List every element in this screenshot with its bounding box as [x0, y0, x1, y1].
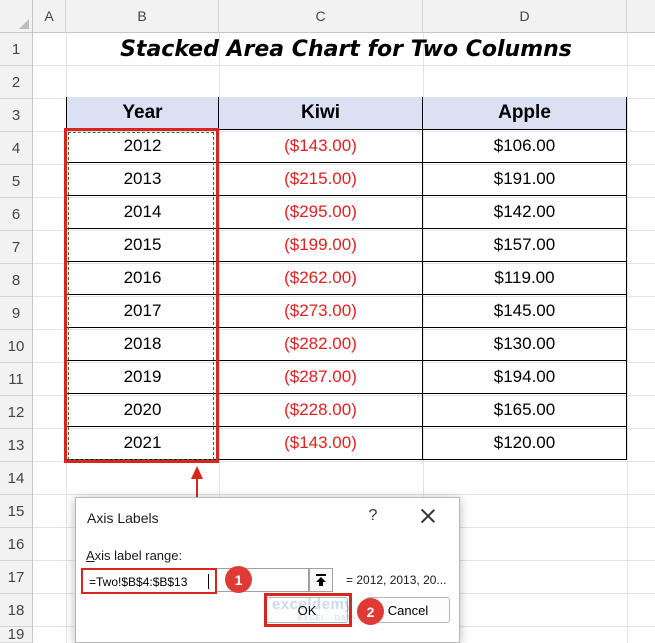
- watermark-logo: exceldemy: [272, 596, 354, 613]
- column-header-a[interactable]: A: [33, 0, 66, 33]
- kiwi-cell[interactable]: ($228.00): [219, 394, 423, 427]
- header-apple[interactable]: Apple: [423, 97, 627, 130]
- column-header-b[interactable]: B: [66, 0, 219, 33]
- apple-cell[interactable]: $119.00: [423, 262, 627, 295]
- step-badge-1: 1: [225, 566, 252, 593]
- apple-cell[interactable]: $142.00: [423, 196, 627, 229]
- axis-label-range-label: Axis label range:: [86, 548, 182, 563]
- upload-arrow-icon: [316, 573, 326, 586]
- row-header-13[interactable]: 13: [0, 429, 33, 462]
- row-header-19[interactable]: 19: [0, 626, 33, 643]
- apple-cell[interactable]: $145.00: [423, 295, 627, 328]
- apple-cell[interactable]: $106.00: [423, 130, 627, 163]
- select-all-corner[interactable]: [0, 0, 33, 33]
- kiwi-cell[interactable]: ($273.00): [219, 295, 423, 328]
- axis-label-range-text: xis label range:: [94, 548, 183, 563]
- row-header-2[interactable]: 2: [0, 66, 33, 99]
- row-header-3[interactable]: 3: [0, 99, 33, 132]
- row-header-7[interactable]: 7: [0, 231, 33, 264]
- kiwi-cell[interactable]: ($262.00): [219, 262, 423, 295]
- row-header-17[interactable]: 17: [0, 561, 33, 594]
- kiwi-cell[interactable]: ($287.00): [219, 361, 423, 394]
- dialog-title: Axis Labels: [87, 510, 159, 526]
- row-header-12[interactable]: 12: [0, 396, 33, 429]
- apple-cell[interactable]: $191.00: [423, 163, 627, 196]
- row-header-4[interactable]: 4: [0, 132, 33, 165]
- column-header-c[interactable]: C: [219, 0, 423, 33]
- apple-cell[interactable]: $157.00: [423, 229, 627, 262]
- help-icon[interactable]: ?: [366, 507, 380, 525]
- close-icon[interactable]: [421, 509, 435, 523]
- column-header-e[interactable]: [627, 0, 655, 33]
- access-key-a: A: [86, 548, 95, 563]
- row-header-5[interactable]: 5: [0, 165, 33, 198]
- row-header-18[interactable]: 18: [0, 594, 33, 627]
- apple-cell[interactable]: $120.00: [423, 427, 627, 460]
- apple-cell[interactable]: $165.00: [423, 394, 627, 427]
- kiwi-cell[interactable]: ($143.00): [219, 427, 423, 460]
- row-header-1[interactable]: 1: [0, 33, 33, 66]
- row-header-10[interactable]: 10: [0, 330, 33, 363]
- kiwi-cell[interactable]: ($295.00): [219, 196, 423, 229]
- header-kiwi[interactable]: Kiwi: [219, 97, 423, 130]
- step-badge-2: 2: [357, 598, 384, 625]
- row-header-11[interactable]: 11: [0, 363, 33, 396]
- row-header-8[interactable]: 8: [0, 264, 33, 297]
- kiwi-cell[interactable]: ($215.00): [219, 163, 423, 196]
- selection-highlight-box: [64, 128, 219, 463]
- column-header-d[interactable]: D: [423, 0, 627, 33]
- text-caret: [208, 574, 209, 589]
- gridline: [627, 33, 628, 643]
- range-value: =Two!$B$4:$B$13: [89, 575, 188, 589]
- row-header-9[interactable]: 9: [0, 297, 33, 330]
- sheet-title: Stacked Area Chart for Two Columns: [120, 37, 572, 62]
- table-header-row: Year Kiwi Apple: [66, 97, 627, 130]
- axis-label-range-input[interactable]: =Two!$B$4:$B$13: [81, 568, 217, 594]
- kiwi-cell[interactable]: ($143.00): [219, 130, 423, 163]
- gridline: [33, 494, 655, 495]
- range-preview: = 2012, 2013, 20...: [346, 573, 447, 587]
- apple-cell[interactable]: $130.00: [423, 328, 627, 361]
- header-year[interactable]: Year: [66, 97, 219, 130]
- row-header-15[interactable]: 15: [0, 495, 33, 528]
- kiwi-cell[interactable]: ($199.00): [219, 229, 423, 262]
- row-header-16[interactable]: 16: [0, 528, 33, 561]
- collapse-dialog-button[interactable]: [309, 568, 333, 592]
- row-header-14[interactable]: 14: [0, 462, 33, 495]
- apple-cell[interactable]: $194.00: [423, 361, 627, 394]
- row-header-6[interactable]: 6: [0, 198, 33, 231]
- kiwi-cell[interactable]: ($282.00): [219, 328, 423, 361]
